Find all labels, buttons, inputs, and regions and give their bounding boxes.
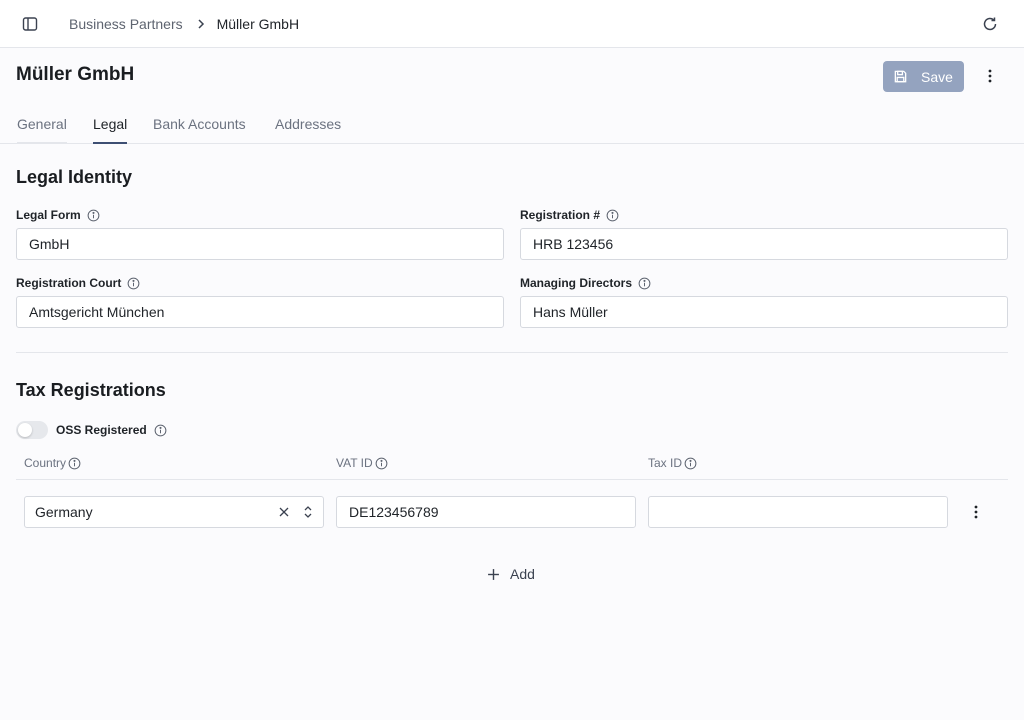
info-icon[interactable] — [638, 277, 651, 290]
oss-registered-label-text: OSS Registered — [56, 423, 147, 437]
column-tax-id-label: Tax ID — [648, 456, 683, 470]
tab-addresses-label: Addresses — [275, 116, 342, 132]
managing-directors-label-text: Managing Directors — [520, 276, 633, 290]
tab-bank-accounts[interactable]: Bank Accounts — [153, 116, 246, 143]
country-select-value: Germany — [35, 504, 93, 520]
tab-bar: General Legal Bank Accounts Addresses — [0, 108, 1024, 144]
country-select[interactable]: Germany — [24, 496, 324, 528]
page-title: Müller GmbH — [16, 64, 135, 85]
tab-general[interactable]: General — [17, 116, 67, 144]
refresh-button[interactable] — [980, 14, 1000, 34]
add-tax-registration-button[interactable]: Add — [487, 564, 535, 584]
info-icon[interactable] — [606, 209, 619, 222]
oss-registered-label: OSS Registered — [56, 423, 167, 437]
oss-registered-toggle[interactable] — [16, 421, 48, 439]
info-icon[interactable] — [127, 277, 140, 290]
table-header-divider — [16, 479, 1008, 480]
legal-form-input[interactable]: GmbH — [16, 228, 504, 260]
column-country: Country — [24, 456, 81, 470]
info-icon[interactable] — [684, 457, 697, 470]
chevron-right-icon — [197, 19, 205, 29]
save-button-label: Save — [921, 68, 953, 85]
breadcrumb-current: Müller GmbH — [216, 16, 300, 32]
registration-no-label: Registration # — [520, 208, 619, 222]
top-bar: Business Partners Müller GmbH — [0, 0, 1024, 48]
tab-general-underline — [17, 142, 67, 144]
floppy-disk-icon — [894, 70, 907, 83]
sidebar-toggle-button[interactable] — [20, 14, 40, 34]
tab-legal-label: Legal — [93, 116, 128, 132]
registration-court-input[interactable]: Amtsgericht München — [16, 296, 504, 328]
info-icon[interactable] — [68, 457, 81, 470]
tab-bank-accounts-label: Bank Accounts — [153, 116, 246, 132]
page-more-button[interactable] — [980, 66, 1000, 86]
tab-legal-underline — [93, 142, 127, 144]
column-tax-id: Tax ID — [648, 456, 697, 470]
chevron-up-down-icon — [303, 505, 313, 519]
registration-no-label-text: Registration # — [520, 208, 601, 222]
managing-directors-input[interactable]: Hans Müller — [520, 296, 1008, 328]
breadcrumb: Business Partners Müller GmbH — [69, 15, 299, 33]
registration-no-input[interactable]: HRB 123456 — [520, 228, 1008, 260]
info-icon[interactable] — [375, 457, 388, 470]
column-vat-id: VAT ID — [336, 456, 388, 470]
tab-addresses[interactable]: Addresses — [275, 116, 341, 143]
vertical-dots-icon — [988, 69, 992, 83]
managing-directors-label: Managing Directors — [520, 276, 651, 290]
save-button[interactable]: Save — [883, 61, 964, 92]
registration-court-label: Registration Court — [16, 276, 140, 290]
breadcrumb-business-partners[interactable]: Business Partners — [69, 16, 183, 32]
info-icon[interactable] — [87, 209, 100, 222]
x-icon[interactable] — [279, 507, 289, 517]
info-icon[interactable] — [154, 424, 167, 437]
refresh-icon — [983, 17, 997, 31]
registration-court-label-text: Registration Court — [16, 276, 122, 290]
legal-form-label-text: Legal Form — [16, 208, 81, 222]
tax-registrations-title: Tax Registrations — [16, 380, 166, 400]
legal-identity-title: Legal Identity — [16, 167, 133, 187]
vat-id-input[interactable]: DE123456789 — [336, 496, 636, 528]
tax-id-input[interactable] — [648, 496, 948, 528]
vertical-dots-icon — [974, 505, 978, 519]
column-vat-id-label: VAT ID — [336, 456, 373, 470]
section-divider — [16, 352, 1008, 353]
add-button-label: Add — [510, 566, 535, 582]
sidebar-icon — [22, 17, 38, 31]
tab-legal[interactable]: Legal — [93, 116, 128, 144]
row-more-button[interactable] — [966, 502, 986, 522]
toggle-knob — [18, 423, 32, 437]
column-country-label: Country — [24, 456, 67, 470]
tab-general-label: General — [17, 116, 67, 132]
plus-icon — [488, 568, 499, 580]
legal-form-label: Legal Form — [16, 208, 100, 222]
